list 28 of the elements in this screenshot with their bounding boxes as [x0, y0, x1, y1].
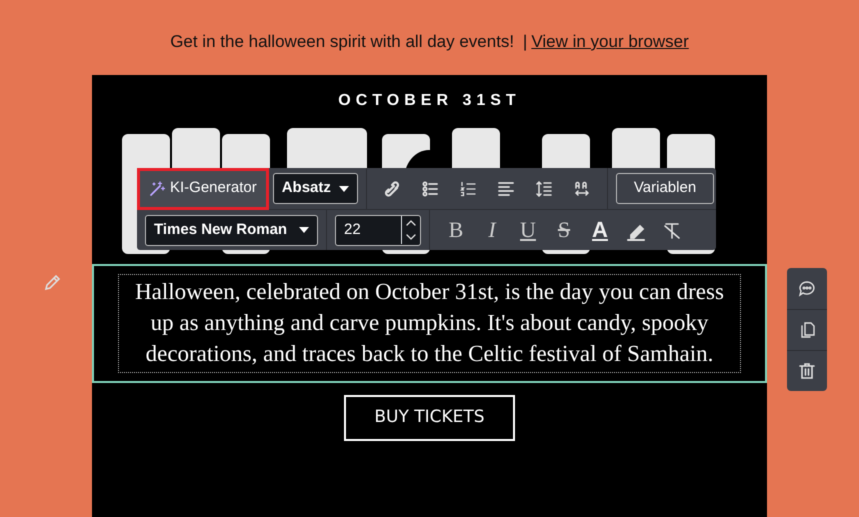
block-format-select[interactable]: Absatz	[272, 173, 358, 204]
bold-button[interactable]: B	[438, 213, 474, 247]
underline-button[interactable]: U	[510, 213, 546, 247]
separator-text: |	[522, 32, 528, 51]
numbered-list-icon	[460, 180, 476, 196]
italic-button[interactable]: I	[474, 213, 510, 247]
align-left-icon	[498, 180, 514, 196]
magic-wand-icon	[149, 180, 165, 196]
ai-generator-button[interactable]: KI-Generator	[137, 168, 269, 210]
header-text: Get in the halloween spirit with all day events!	[170, 32, 514, 51]
bullet-list-icon	[422, 180, 438, 196]
comment-icon	[798, 280, 816, 298]
trash-icon	[798, 362, 816, 380]
buy-tickets-button[interactable]: BUY TICKETS	[344, 395, 515, 440]
line-height-icon	[536, 180, 552, 196]
caret-icon	[338, 186, 349, 192]
browser-link[interactable]: View in your browser	[531, 32, 689, 51]
letter-spacing-icon	[574, 180, 590, 196]
paragraph-text: Halloween, celebrated on October 31st, is the day you can dress up as anything and carve pumpkins. It's about candy, spooky decorations, and traces back to the Celtic festival of Samhain.	[118, 274, 741, 373]
clear-format-icon	[662, 221, 682, 242]
font-size-field[interactable]: 22	[335, 214, 421, 246]
caret-icon	[299, 227, 309, 233]
pencil-icon	[43, 274, 61, 292]
date-heading: OCTOBER 31ST	[337, 91, 522, 111]
text-color-button[interactable]: A	[582, 213, 618, 247]
text-block[interactable]: Halloween, celebrated on October 31st, is the day you can dress up as anything and carve pumpkins. It's about candy, spooky decorations, and traces back to the Celtic festival of Samhain.	[92, 264, 767, 383]
variables-button[interactable]: Variablen	[616, 173, 714, 204]
font-family-select[interactable]: Times New Roman	[145, 214, 318, 246]
